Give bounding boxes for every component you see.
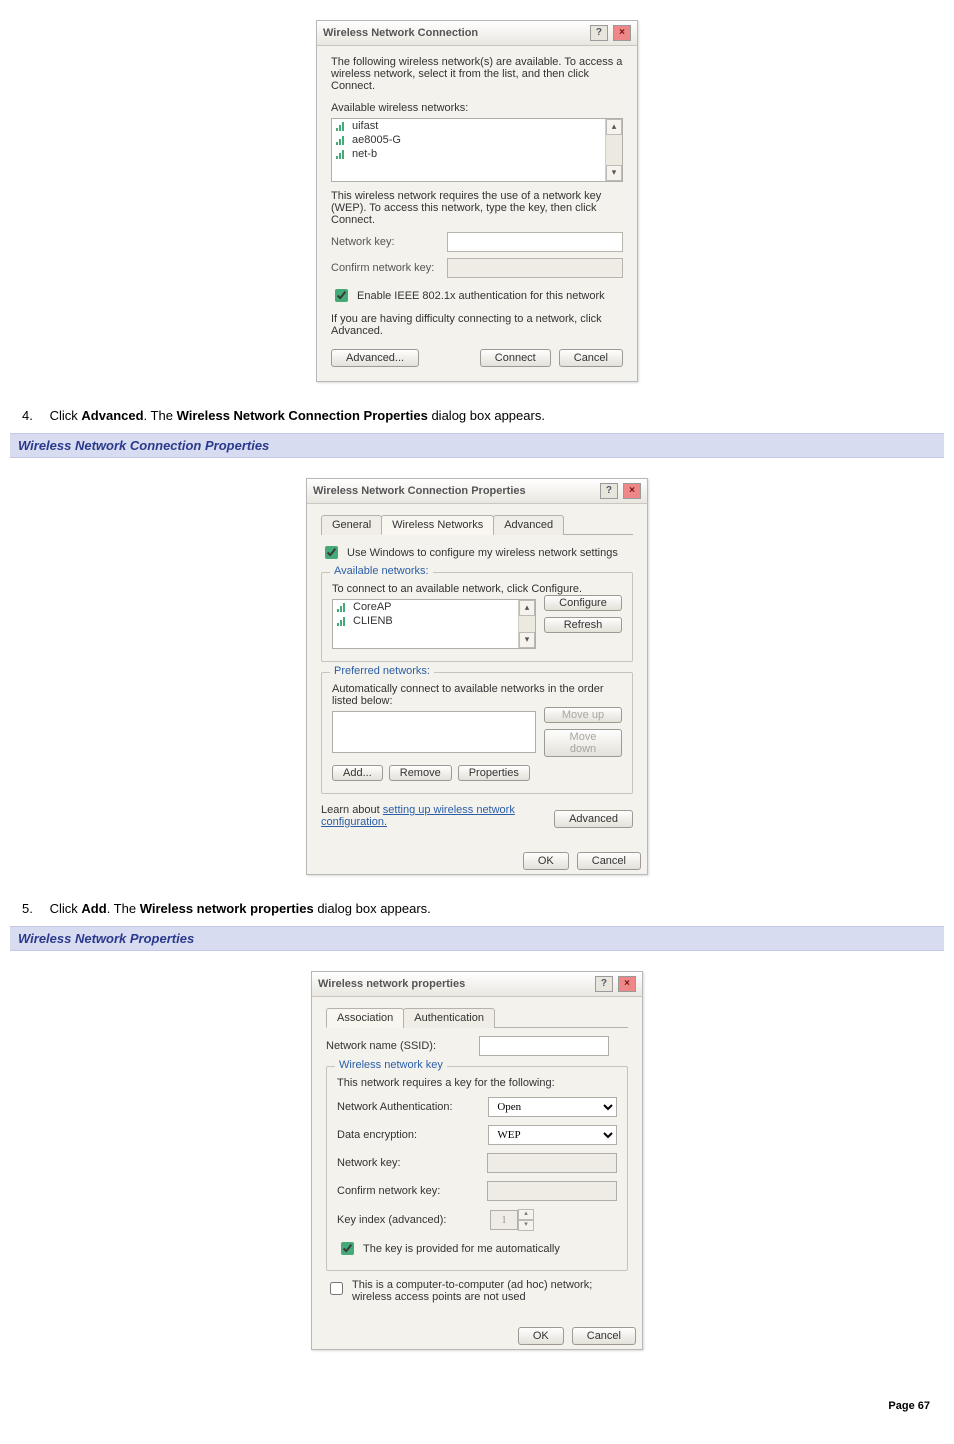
cancel-button[interactable]: Cancel	[572, 1327, 636, 1345]
configure-button[interactable]: Configure	[544, 595, 622, 611]
network-item[interactable]: net-b	[332, 147, 622, 161]
section-banner-wnp: Wireless Network Properties	[10, 926, 944, 951]
spinner-up-icon: ▴	[518, 1209, 534, 1220]
tab-general[interactable]: General	[321, 515, 382, 535]
signal-icon	[336, 121, 346, 131]
dlg2-tabs: General Wireless Networks Advanced	[321, 514, 633, 535]
remove-button[interactable]: Remove	[389, 765, 452, 781]
add-button[interactable]: Add...	[332, 765, 383, 781]
spinner-down-icon: ▾	[518, 1220, 534, 1231]
scroll-down-icon[interactable]: ▾	[519, 632, 535, 648]
network-key-input[interactable]	[447, 232, 623, 252]
available-hint: To connect to an available network, clic…	[332, 583, 622, 595]
signal-icon	[336, 135, 346, 145]
dlg1-title: Wireless Network Connection	[323, 27, 478, 39]
step-4: 4. Click Advanced. The Wireless Network …	[10, 408, 944, 423]
tab-advanced[interactable]: Advanced	[493, 515, 564, 535]
close-icon[interactable]: ×	[613, 25, 631, 41]
network-key-input	[487, 1153, 617, 1173]
data-encryption-select[interactable]: WEP	[488, 1125, 617, 1145]
tab-authentication[interactable]: Authentication	[403, 1008, 495, 1028]
dlg3-titlebar: Wireless network properties ? ×	[312, 972, 642, 997]
wncp-dialog: Wireless Network Connection Properties ?…	[306, 478, 648, 875]
refresh-button[interactable]: Refresh	[544, 617, 622, 633]
help-icon[interactable]: ?	[590, 25, 608, 41]
tab-association[interactable]: Association	[326, 1008, 404, 1028]
advanced-button[interactable]: Advanced	[554, 810, 633, 828]
data-encryption-label: Data encryption:	[337, 1129, 480, 1141]
network-item[interactable]: CoreAP	[333, 600, 535, 614]
network-item[interactable]: uifast	[332, 119, 622, 133]
close-icon[interactable]: ×	[618, 976, 636, 992]
confirm-key-label: Confirm network key:	[331, 262, 441, 274]
adhoc-checkbox[interactable]: This is a computer-to-computer (ad hoc) …	[326, 1279, 628, 1303]
dlg1-titlebar: Wireless Network Connection ? ×	[317, 21, 637, 46]
network-item[interactable]: CLIENB	[333, 614, 535, 628]
ok-button[interactable]: OK	[523, 852, 569, 870]
signal-icon	[337, 616, 347, 626]
move-down-button[interactable]: Move down	[544, 729, 622, 757]
network-auth-select[interactable]: Open	[488, 1097, 617, 1117]
wireless-network-properties-dialog: Wireless network properties ? × Associat…	[311, 971, 643, 1350]
scroll-up-icon[interactable]: ▴	[606, 119, 622, 135]
close-icon[interactable]: ×	[623, 483, 641, 499]
confirm-key-label: Confirm network key:	[337, 1185, 479, 1197]
enable-8021x-checkbox[interactable]: Enable IEEE 802.1x authentication for th…	[331, 286, 623, 305]
dlg2-title: Wireless Network Connection Properties	[313, 485, 526, 497]
cancel-button[interactable]: Cancel	[559, 349, 623, 367]
key-index-spinner: ▴ ▾	[490, 1209, 534, 1231]
scroll-down-icon[interactable]: ▾	[606, 165, 622, 181]
network-key-label: Network key:	[331, 236, 441, 248]
cancel-button[interactable]: Cancel	[577, 852, 641, 870]
section-banner-wncp: Wireless Network Connection Properties	[10, 433, 944, 458]
help-icon[interactable]: ?	[595, 976, 613, 992]
available-networks-label: Available wireless networks:	[331, 102, 623, 114]
ssid-label: Network name (SSID):	[326, 1040, 471, 1052]
network-item[interactable]: ae8005-G	[332, 133, 622, 147]
preferred-hint: Automatically connect to available netwo…	[332, 683, 622, 707]
advanced-note: If you are having difficulty connecting …	[331, 313, 623, 337]
confirm-key-input	[487, 1181, 617, 1201]
move-up-button[interactable]: Move up	[544, 707, 622, 723]
wireless-connection-dialog: Wireless Network Connection ? × The foll…	[316, 20, 638, 382]
scroll-up-icon[interactable]: ▴	[519, 600, 535, 616]
available-networks-group: Available networks: To connect to an ava…	[321, 572, 633, 662]
preferred-networks-group: Preferred networks: Automatically connec…	[321, 672, 633, 794]
network-auth-label: Network Authentication:	[337, 1101, 480, 1113]
confirm-key-input	[447, 258, 623, 278]
wireless-network-key-group: Wireless network key This network requir…	[326, 1066, 628, 1271]
use-windows-checkbox[interactable]: Use Windows to configure my wireless net…	[321, 543, 633, 562]
tab-wireless-networks[interactable]: Wireless Networks	[381, 515, 494, 535]
page-number: Page 67	[10, 1370, 944, 1424]
connect-button[interactable]: Connect	[480, 349, 551, 367]
step-5: 5. Click Add. The Wireless network prope…	[10, 901, 944, 916]
help-icon[interactable]: ?	[600, 483, 618, 499]
ssid-input[interactable]	[479, 1036, 609, 1056]
preferred-networks-list[interactable]	[332, 711, 536, 753]
key-required-note: This network requires a key for the foll…	[337, 1077, 617, 1089]
wep-note: This wireless network requires the use o…	[331, 190, 623, 226]
dlg3-title: Wireless network properties	[318, 978, 465, 990]
available-networks-list[interactable]: uifast ae8005-G net-b ▴ ▾	[331, 118, 623, 182]
key-auto-checkbox[interactable]: The key is provided for me automatically	[337, 1239, 617, 1258]
dlg1-intro: The following wireless network(s) are av…	[331, 56, 623, 92]
key-index-label: Key index (advanced):	[337, 1214, 482, 1226]
properties-button[interactable]: Properties	[458, 765, 530, 781]
dlg3-tabs: Association Authentication	[326, 1007, 628, 1028]
available-networks-list[interactable]: CoreAP CLIENB ▴ ▾	[332, 599, 536, 649]
advanced-button[interactable]: Advanced...	[331, 349, 419, 367]
dlg2-titlebar: Wireless Network Connection Properties ?…	[307, 479, 647, 504]
ok-button[interactable]: OK	[518, 1327, 564, 1345]
signal-icon	[337, 602, 347, 612]
network-key-label: Network key:	[337, 1157, 479, 1169]
signal-icon	[336, 149, 346, 159]
